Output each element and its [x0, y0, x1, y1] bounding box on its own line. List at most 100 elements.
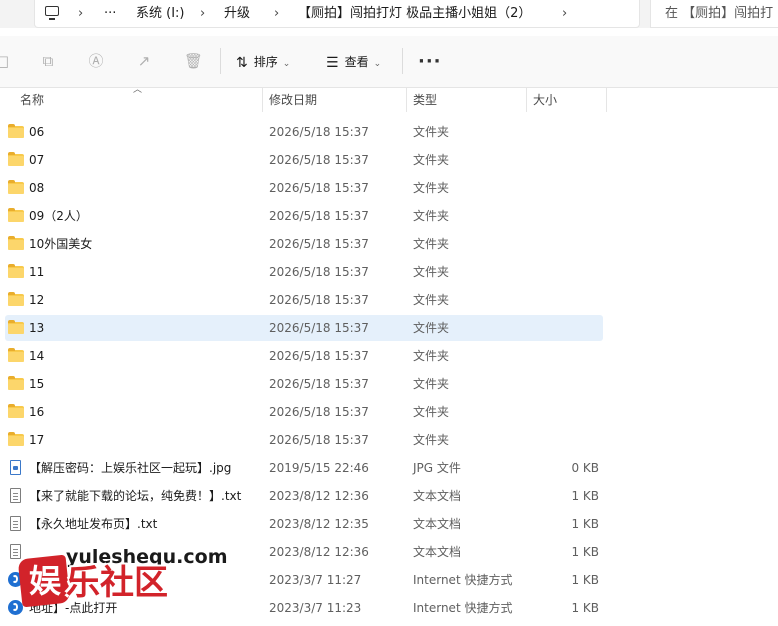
- file-date: 2023/3/7 11:27: [269, 573, 362, 587]
- file-size: 0 KB: [571, 461, 599, 475]
- file-row[interactable]: 06 2026/5/18 15:37 文件夹: [5, 119, 603, 145]
- file-size: [525, 235, 599, 253]
- file-date: 2026/5/18 15:37: [269, 377, 369, 391]
- folder-icon: [8, 124, 24, 138]
- file-date: 2023/8/12 12:36: [269, 545, 369, 559]
- sort-label: 排序: [253, 55, 278, 69]
- chevron-right-icon[interactable]: ›: [200, 5, 205, 23]
- file-type: 文本文档: [413, 489, 462, 503]
- search-box[interactable]: 在 【厕拍】闯拍打: [650, 0, 778, 28]
- file-size: [525, 123, 599, 141]
- breadcrumb-item-current[interactable]: 【厕拍】闯拍打灯 极品主播小姐姐（2）: [298, 5, 531, 23]
- file-name: 17: [29, 433, 45, 447]
- file-size: [525, 319, 599, 337]
- file-date: 2026/5/18 15:37: [269, 265, 369, 279]
- file-name: 09（2人）: [29, 209, 88, 223]
- file-size: [525, 347, 599, 365]
- file-date: 2026/5/18 15:37: [269, 125, 369, 139]
- search-input[interactable]: 在 【厕拍】闯拍打: [665, 5, 773, 23]
- breadcrumb-item-upgrade[interactable]: 升级: [224, 5, 250, 23]
- new-icon[interactable]: □: [0, 53, 10, 69]
- text-file-icon: [10, 488, 21, 503]
- view-label: 查看: [344, 55, 369, 69]
- file-name: 【永久地址发布页】.txt: [29, 517, 158, 531]
- file-type: 文件夹: [413, 293, 450, 307]
- file-date: 2026/5/18 15:37: [269, 293, 369, 307]
- file-row[interactable]: 07 2026/5/18 15:37 文件夹: [5, 147, 603, 173]
- folder-icon: [8, 292, 24, 306]
- file-row[interactable]: 【永久地址发布页】.txt 2023/8/12 12:35 文本文档 1 KB: [5, 511, 603, 537]
- file-row[interactable]: 14 2026/5/18 15:37 文件夹: [5, 343, 603, 369]
- file-type: 文件夹: [413, 181, 450, 195]
- delete-icon[interactable]: 🗑: [184, 53, 203, 69]
- file-name: 13: [29, 321, 45, 335]
- file-row[interactable]: 09（2人） 2026/5/18 15:37 文件夹: [5, 203, 603, 229]
- view-button[interactable]: ☰ 查看 ⌄: [326, 51, 381, 73]
- file-name: 12: [29, 293, 45, 307]
- file-size: [525, 179, 599, 197]
- file-type: 文件夹: [413, 349, 450, 363]
- file-name: 11: [29, 265, 45, 279]
- file-date: 2026/5/18 15:37: [269, 181, 369, 195]
- file-row[interactable]: 15 2026/5/18 15:37 文件夹: [5, 371, 603, 397]
- sort-button[interactable]: ⇅ 排序 ⌄: [236, 51, 290, 73]
- file-type: 文件夹: [413, 209, 450, 223]
- folder-icon: [8, 348, 24, 362]
- folder-icon: [8, 264, 24, 278]
- file-row[interactable]: 10外国美女 2026/5/18 15:37 文件夹: [5, 231, 603, 257]
- column-date[interactable]: 修改日期: [263, 90, 405, 110]
- file-type: Internet 快捷方式: [413, 601, 513, 615]
- column-divider[interactable]: [606, 88, 607, 112]
- file-size: 1 KB: [571, 489, 599, 503]
- file-row[interactable]: 【来了就能下载的论坛，纯免费！】.txt 2023/8/12 12:36 文本文档 1…: [5, 483, 603, 509]
- copy-icon[interactable]: ⧉: [40, 53, 56, 69]
- toolbar-divider: [220, 48, 221, 74]
- folder-icon: [8, 320, 24, 334]
- file-row[interactable]: 13 2026/5/18 15:37 文件夹: [5, 315, 603, 341]
- share-icon[interactable]: ↗: [136, 53, 152, 69]
- column-header: ︿ 名称 修改日期 类型 大小: [0, 85, 778, 112]
- folder-icon: [8, 404, 24, 418]
- file-size: [525, 375, 599, 393]
- breadcrumb-more[interactable]: ···: [104, 5, 116, 23]
- folder-icon: [8, 236, 24, 250]
- file-name: 08: [29, 181, 45, 195]
- file-type: 文本文档: [413, 517, 462, 531]
- file-type: 文件夹: [413, 405, 450, 419]
- column-type[interactable]: 类型: [407, 90, 525, 110]
- file-row[interactable]: 【解压密码：上娱乐社区一起玩】.jpg 2019/5/15 22:46 JPG 文件…: [5, 455, 603, 481]
- file-date: 2026/5/18 15:37: [269, 349, 369, 363]
- file-type: 文件夹: [413, 153, 450, 167]
- file-row[interactable]: 16 2026/5/18 15:37 文件夹: [5, 399, 603, 425]
- watermark-brand: 乐社区: [66, 563, 168, 603]
- file-name: 07: [29, 153, 45, 167]
- file-size: 1 KB: [571, 573, 599, 587]
- column-name[interactable]: 名称: [14, 90, 262, 110]
- file-row[interactable]: 12 2026/5/18 15:37 文件夹: [5, 287, 603, 313]
- column-size[interactable]: 大小: [527, 90, 605, 110]
- toolbar-divider: [402, 48, 403, 74]
- file-row[interactable]: 11 2026/5/18 15:37 文件夹: [5, 259, 603, 285]
- text-file-icon: [10, 516, 21, 531]
- file-row[interactable]: 17 2026/5/18 15:37 文件夹: [5, 427, 603, 453]
- file-type: 文件夹: [413, 265, 450, 279]
- file-size: [525, 291, 599, 309]
- command-bar: □ ⧉ Ⓐ ↗ 🗑 ⇅ 排序 ⌄ ☰ 查看 ⌄ ···: [0, 36, 778, 88]
- address-bar: › ··· 系统 (I:) › 升级 › 【厕拍】闯拍打灯 极品主播小姐姐（2）…: [0, 0, 778, 28]
- chevron-right-icon[interactable]: ›: [274, 5, 279, 23]
- chevron-right-icon[interactable]: ›: [562, 5, 567, 23]
- file-name: 06: [29, 125, 45, 139]
- file-row[interactable]: 08 2026/5/18 15:37 文件夹: [5, 175, 603, 201]
- file-size: 1 KB: [571, 545, 599, 559]
- folder-icon: [8, 208, 24, 222]
- file-date: 2023/8/12 12:36: [269, 489, 369, 503]
- file-date: 2026/5/18 15:37: [269, 433, 369, 447]
- file-size: [525, 207, 599, 225]
- more-options-button[interactable]: ···: [418, 51, 442, 72]
- breadcrumb-item-drive[interactable]: 系统 (I:): [136, 5, 185, 23]
- computer-icon[interactable]: [45, 6, 59, 20]
- folder-icon: [8, 180, 24, 194]
- internet-shortcut-icon: [8, 600, 23, 615]
- file-date: 2026/5/18 15:37: [269, 405, 369, 419]
- rename-icon[interactable]: Ⓐ: [88, 53, 104, 69]
